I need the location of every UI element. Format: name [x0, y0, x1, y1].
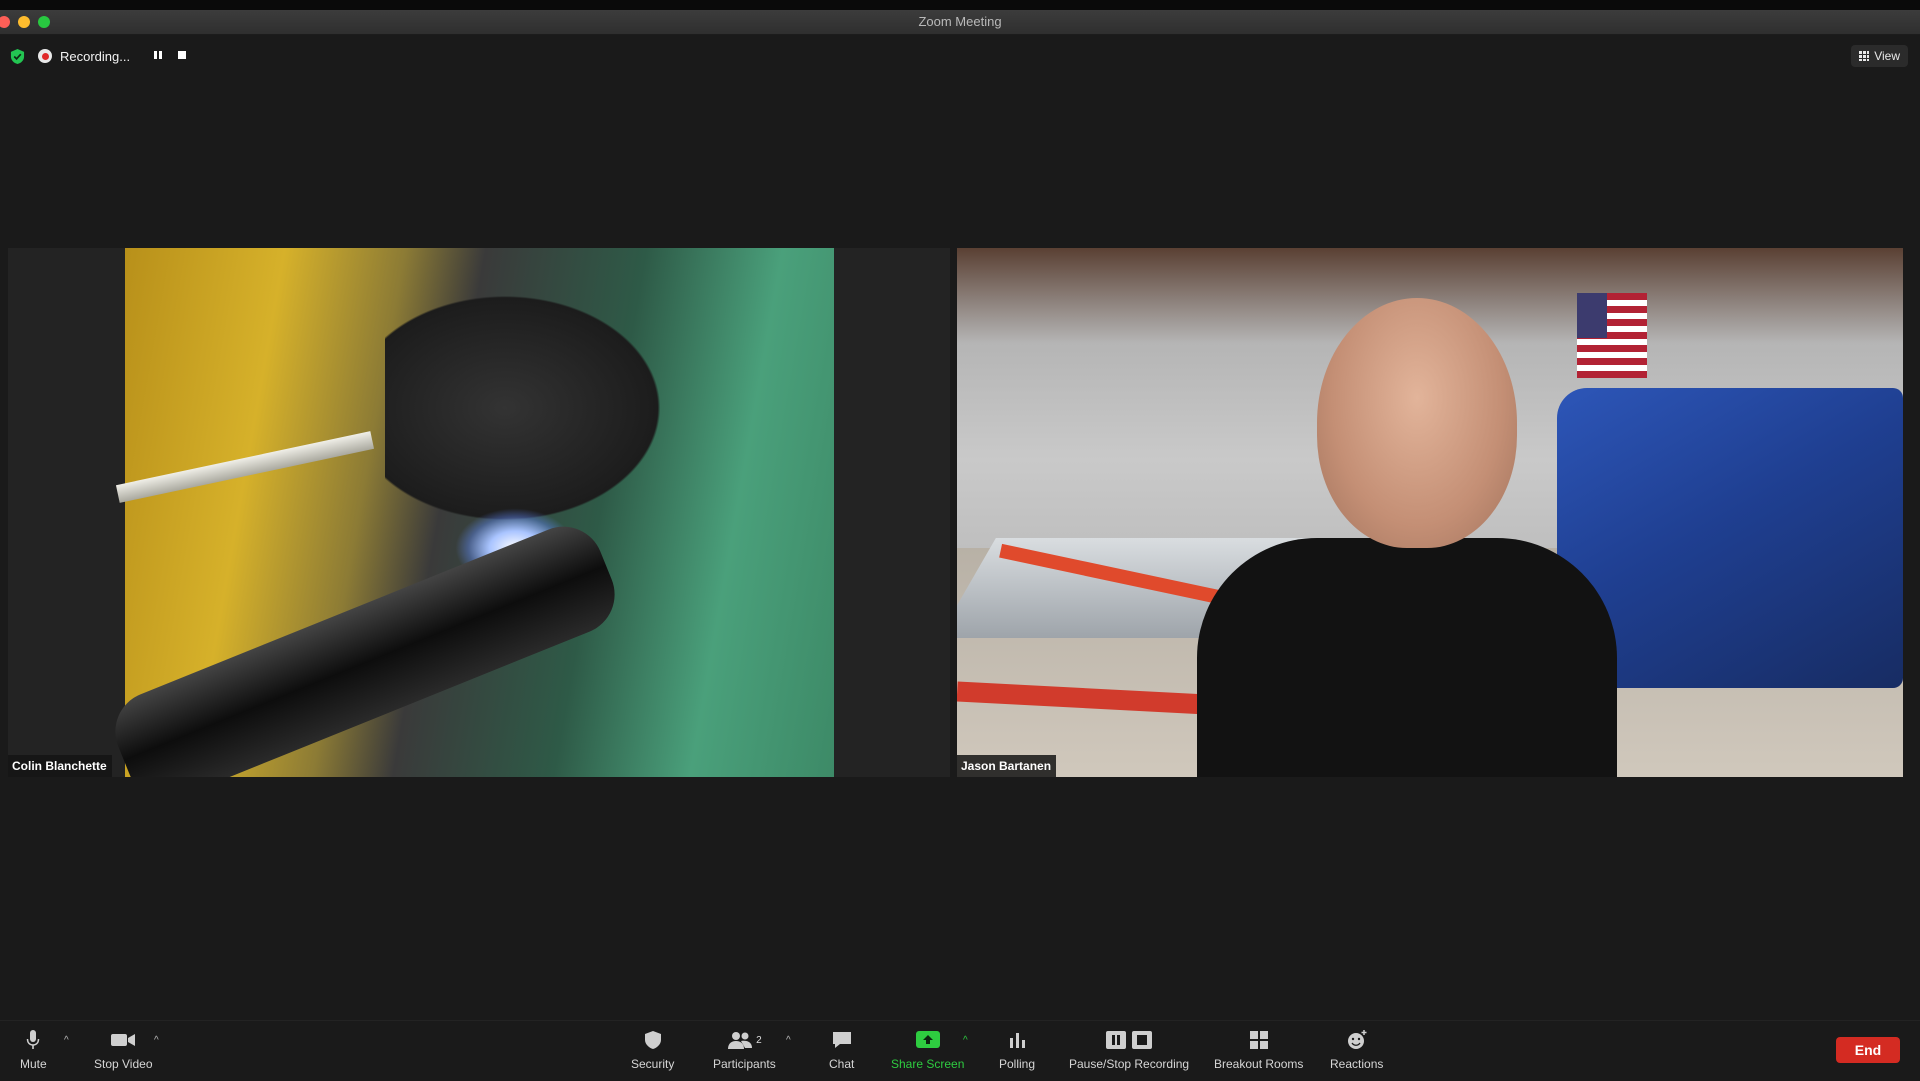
end-meeting-button[interactable]: End — [1836, 1037, 1900, 1063]
video-camera-icon — [110, 1029, 136, 1051]
mute-button[interactable]: Mute — [20, 1029, 47, 1071]
welding-helmet — [385, 278, 685, 538]
share-screen-label: Share Screen — [891, 1057, 965, 1071]
share-screen-button[interactable]: Share Screen — [891, 1029, 964, 1071]
welding-rod — [115, 431, 375, 503]
meeting-area: Recording... View Colin Blanchette Jason… — [0, 35, 1920, 1020]
screen-top-strip — [0, 0, 1920, 10]
video-tile-jason[interactable]: Jason Bartanen — [957, 248, 1903, 777]
reactions-button[interactable]: Reactions — [1330, 1029, 1383, 1071]
participants-label: Participants — [713, 1057, 776, 1071]
view-button[interactable]: View — [1851, 45, 1908, 67]
security-shield-icon — [644, 1029, 662, 1051]
participant-name-tag: Jason Bartanen — [957, 755, 1057, 777]
participant-video-feed — [103, 248, 834, 777]
exhaust-pipe — [103, 514, 627, 777]
video-options-chevron-icon[interactable]: ^ — [154, 1035, 159, 1046]
audio-options-chevron-icon[interactable]: ^ — [64, 1035, 69, 1046]
meeting-controls-toolbar: Mute ^ Stop Video ^ Security 2 Participa… — [0, 1020, 1920, 1081]
stop-recording-icon[interactable] — [174, 49, 190, 63]
breakout-rooms-label: Breakout Rooms — [1214, 1057, 1304, 1071]
share-options-chevron-icon[interactable]: ^ — [963, 1035, 968, 1046]
security-button[interactable]: Security — [631, 1029, 674, 1071]
polling-bar-chart-icon — [1007, 1029, 1027, 1051]
chat-bubble-icon — [831, 1029, 853, 1051]
title-bar: Zoom Meeting — [0, 10, 1920, 35]
participant-head — [1317, 298, 1517, 548]
recording-dot-icon — [38, 49, 52, 63]
polling-button[interactable]: Polling — [999, 1029, 1035, 1071]
pause-recording-icon[interactable] — [150, 49, 166, 63]
reactions-label: Reactions — [1330, 1057, 1384, 1071]
recording-label: Recording... — [60, 48, 131, 64]
recording-indicator: Recording... — [38, 43, 191, 69]
mute-label: Mute — [20, 1057, 47, 1071]
stop-video-button[interactable]: Stop Video — [94, 1029, 153, 1071]
chat-label: Chat — [829, 1057, 855, 1071]
participants-button[interactable]: 2 Participants — [713, 1029, 776, 1071]
reactions-smiley-icon — [1346, 1029, 1368, 1051]
security-label: Security — [631, 1057, 675, 1071]
participant-name-tag: Colin Blanchette — [8, 755, 112, 777]
window-title: Zoom Meeting — [918, 14, 1002, 29]
participant-person — [1197, 298, 1617, 777]
pause-stop-icons — [1105, 1029, 1153, 1051]
participant-video-feed — [957, 248, 1903, 777]
pause-stop-recording-label: Pause/Stop Recording — [1069, 1057, 1190, 1071]
view-label: View — [1874, 49, 1900, 63]
grid-view-icon — [1859, 51, 1870, 61]
breakout-rooms-button[interactable]: Breakout Rooms — [1214, 1029, 1303, 1071]
participants-count: 2 — [756, 1034, 762, 1046]
pause-stop-recording-button[interactable]: Pause/Stop Recording — [1069, 1029, 1189, 1071]
microphone-icon — [26, 1029, 40, 1051]
share-screen-icon — [915, 1029, 941, 1051]
chat-button[interactable]: Chat — [829, 1029, 854, 1071]
participants-options-chevron-icon[interactable]: ^ — [786, 1035, 791, 1046]
participant-shirt — [1197, 538, 1617, 777]
video-tile-colin[interactable]: Colin Blanchette — [8, 248, 950, 777]
encryption-shield-icon[interactable] — [10, 48, 25, 65]
stop-video-label: Stop Video — [94, 1057, 153, 1071]
participants-icon: 2 — [727, 1029, 762, 1051]
zoom-window: Zoom Meeting Recording... View Colin Bla… — [0, 0, 1920, 1081]
polling-label: Polling — [999, 1057, 1036, 1071]
breakout-rooms-icon — [1249, 1029, 1269, 1051]
